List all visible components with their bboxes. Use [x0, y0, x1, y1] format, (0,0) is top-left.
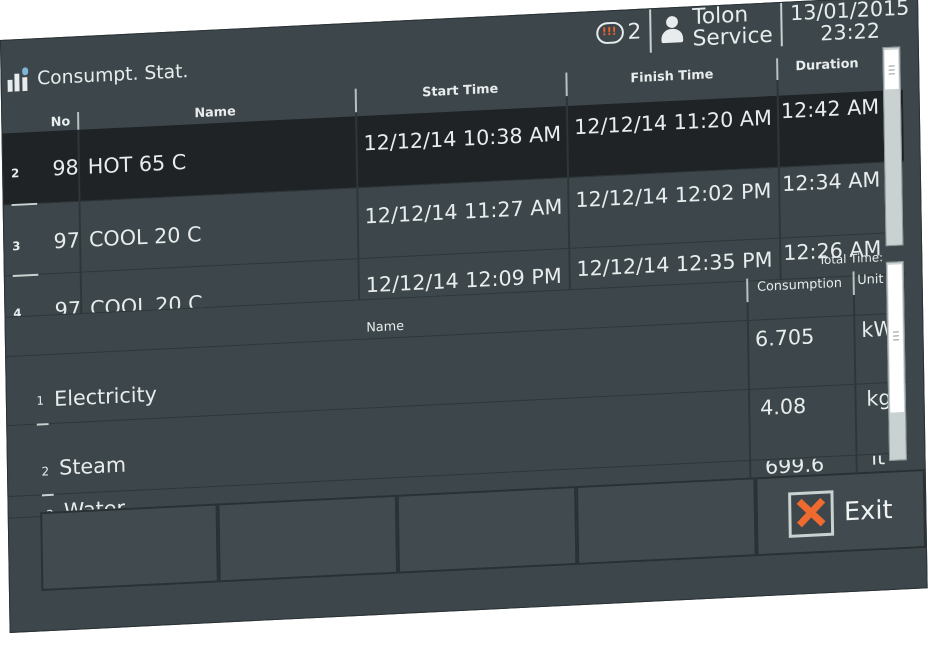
function-button-2[interactable] [217, 494, 399, 583]
row-finish-time: 12/12/14 11:20 AM [573, 105, 773, 140]
col-header-finish: Finish Time [630, 67, 714, 87]
alarm-count: 2 [627, 19, 642, 45]
function-button-1[interactable] [40, 503, 219, 592]
datetime: 13/01/2015 23:22 [780, 0, 918, 47]
exit-button[interactable]: Exit [755, 469, 927, 557]
sessions-scrollbar[interactable] [882, 46, 904, 247]
row-duration: 12:34 AM [781, 167, 881, 197]
user-indicator[interactable]: Tolon Service [648, 3, 781, 53]
screen: !!! 2 Tolon Service 13/01/2015 23:22 Con… [0, 0, 928, 633]
user-icon [659, 14, 685, 47]
col-header-consumption: Consumption [756, 275, 843, 295]
row-unit: lt [871, 454, 886, 470]
row-no: 97 [53, 228, 81, 254]
consumption-scrollbar[interactable] [885, 261, 907, 461]
col-header-start: Start Time [422, 81, 499, 101]
row-duration: 12:42 AM [780, 94, 880, 124]
col-header-duration: Duration [795, 56, 859, 75]
row-name: Electricity [53, 382, 158, 411]
row-start-time: 12/12/14 11:27 AM [364, 194, 563, 229]
row-index: 3 [12, 239, 21, 254]
row-index: 2 [10, 166, 20, 181]
col-header-unit: Unit [857, 271, 884, 289]
row-index: 2 [41, 464, 50, 479]
row-name: HOT 65 C [87, 150, 187, 179]
function-button-3[interactable] [396, 486, 578, 574]
exit-label: Exit [843, 495, 893, 528]
row-no: 98 [52, 155, 79, 181]
row-start-time: 12/12/14 10:38 AM [363, 122, 562, 156]
scrollbar-thumb[interactable] [887, 264, 905, 413]
row-consumption: 6.705 [754, 324, 815, 352]
alarm-icon: !!! [594, 19, 624, 46]
function-button-4[interactable] [576, 477, 757, 565]
col-header-no: No [50, 114, 71, 131]
row-name: Steam [59, 452, 127, 480]
row-name: COOL 20 C [88, 222, 202, 252]
alarm-indicator[interactable]: !!! 2 [586, 9, 650, 55]
row-index: 1 [36, 393, 45, 408]
user-role: Service [692, 23, 773, 52]
row-consumption: 4.08 [759, 394, 807, 420]
scrollbar-thumb[interactable] [884, 49, 899, 90]
row-finish-time: 12/12/14 12:02 PM [575, 178, 772, 213]
close-icon [788, 490, 835, 538]
